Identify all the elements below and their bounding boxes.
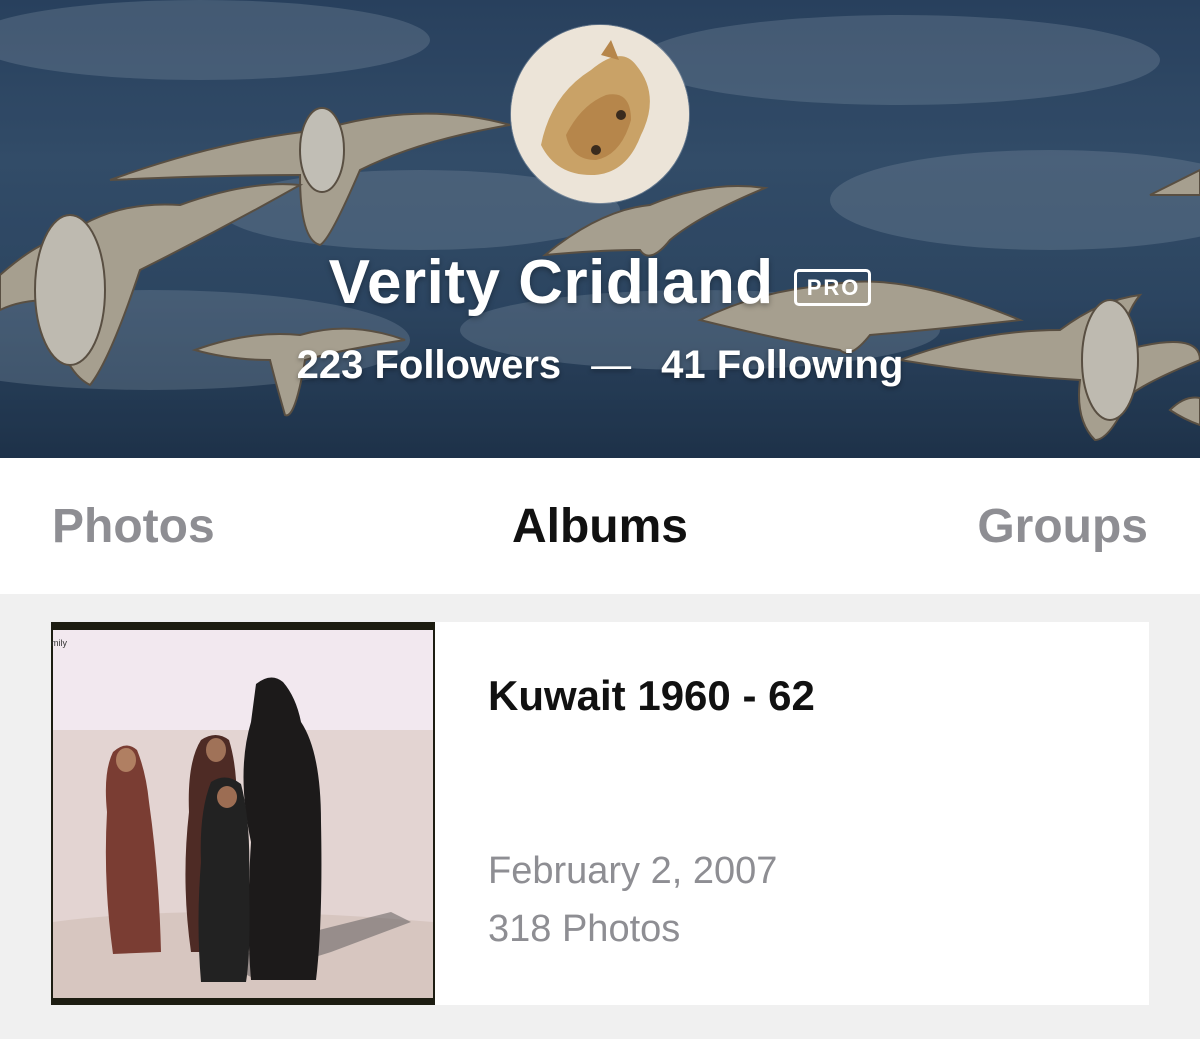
- profile-avatar[interactable]: [511, 25, 689, 203]
- follow-stats: 223 Followers — 41 Following: [0, 333, 1200, 397]
- avatar-image: [511, 25, 689, 203]
- tab-groups-label: Groups: [977, 499, 1148, 553]
- user-name: Verity Cridland: [328, 247, 774, 317]
- followers-link[interactable]: 223 Followers: [297, 343, 562, 388]
- profile-name-row: Verity Cridland PRO: [0, 240, 1200, 324]
- album-cover-photo: mily: [51, 622, 435, 1005]
- album-title[interactable]: Kuwait 1960 - 62: [488, 672, 815, 720]
- profile-tabs: Photos Albums Groups: [0, 458, 1200, 594]
- album-thumbnail[interactable]: mily: [51, 622, 435, 1005]
- thumb-caption: mily: [51, 638, 67, 648]
- tab-photos-label: Photos: [52, 499, 215, 553]
- stats-separator: —: [591, 342, 632, 387]
- album-date: February 2, 2007: [488, 850, 778, 892]
- following-link[interactable]: 41 Following: [661, 343, 903, 388]
- tab-albums-label[interactable]: Albums: [512, 499, 688, 554]
- album-card[interactable]: mily Kuwait 1960 - 62 February 2, 2007 3…: [51, 622, 1149, 1005]
- pro-badge: PRO: [793, 268, 872, 306]
- tab-photos[interactable]: Photos: [52, 458, 215, 594]
- profile-cover: Verity Cridland PRO 223 Followers — 41 F…: [0, 0, 1200, 458]
- tab-groups[interactable]: Groups: [977, 458, 1148, 594]
- album-photo-count: 318 Photos: [488, 908, 681, 950]
